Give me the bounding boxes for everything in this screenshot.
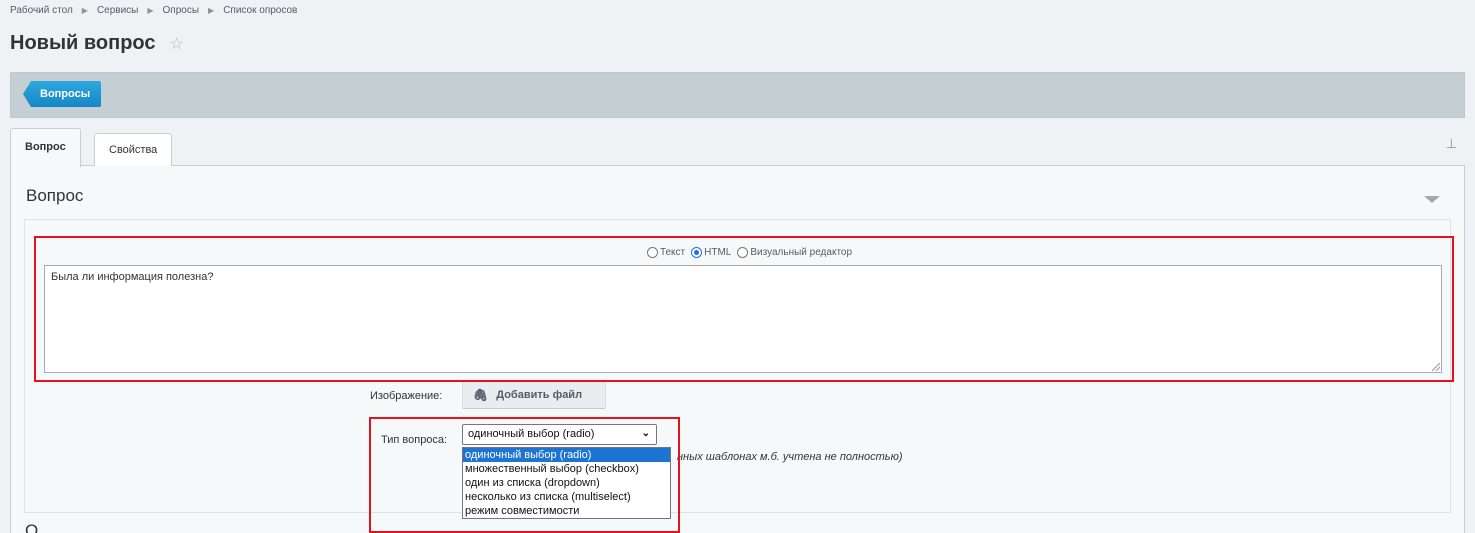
chevron-right-icon: ▶ [147, 6, 154, 15]
radio-text[interactable] [646, 247, 658, 258]
add-file-label: Добавить файл [496, 389, 583, 401]
question-type-dropdown: одиночный выбор (radio) множественный вы… [462, 447, 671, 519]
tab-question[interactable]: Вопрос [10, 128, 81, 167]
tab-properties[interactable]: Свойства [94, 133, 173, 166]
add-file-button[interactable]: 🖇 Добавить файл [462, 381, 606, 409]
mode-text-option[interactable]: Текст [646, 247, 686, 258]
question-type-label: Тип вопроса: [381, 434, 448, 446]
question-panel: Вопрос Текст HTML Визуальный редактор Бы… [10, 166, 1465, 533]
section-title: Вопрос [26, 186, 84, 205]
question-text-value: Была ли информация полезна? [51, 271, 214, 283]
collapse-arrow-icon[interactable] [1424, 196, 1440, 203]
mode-html-option[interactable]: HTML [691, 247, 731, 258]
question-type-note: нных шаблонах м.б. учтена не полностью) [677, 451, 903, 463]
resize-grip-icon[interactable] [1432, 363, 1440, 371]
pin-icon[interactable]: ⊥ [1446, 136, 1457, 152]
text-mode-selector: Текст HTML Визуальный редактор [25, 247, 1450, 258]
breadcrumb-item-desktop[interactable]: Рабочий стол [10, 5, 73, 16]
dropdown-option[interactable]: режим совместимости [463, 504, 670, 518]
radio-html[interactable] [691, 247, 703, 258]
breadcrumb-item-polls[interactable]: Опросы [163, 5, 200, 16]
mode-visual-option[interactable]: Визуальный редактор [737, 247, 852, 258]
radio-visual-editor[interactable] [737, 247, 749, 258]
dropdown-option[interactable]: один из списка (dropdown) [463, 476, 670, 490]
chevron-down-icon: ⌄ [641, 428, 650, 439]
breadcrumb-item-poll-list[interactable]: Список опросов [223, 5, 297, 16]
mode-html-label: HTML [704, 247, 732, 258]
star-icon[interactable]: ☆ [170, 34, 184, 54]
question-type-select[interactable]: одиночный выбор (radio) ⌄ [462, 424, 657, 445]
question-type-value: одиночный выбор (radio) [468, 428, 595, 440]
dropdown-option[interactable]: множественный выбор (checkbox) [463, 462, 670, 476]
breadcrumb: Рабочий стол ▶ Сервисы ▶ Опросы ▶ Список… [10, 5, 297, 16]
next-section-title: О [25, 521, 39, 533]
image-label: Изображение: [370, 390, 443, 402]
paperclip-icon: 🖇 [473, 388, 489, 402]
question-text-field[interactable]: Была ли информация полезна? [44, 265, 1442, 373]
toolbar: Вопросы [10, 72, 1465, 118]
page-title: Новый вопрос [10, 32, 156, 54]
mode-visual-label: Визуальный редактор [750, 247, 853, 258]
chevron-right-icon: ▶ [208, 6, 215, 15]
breadcrumb-item-services[interactable]: Сервисы [97, 5, 138, 16]
mode-text-label: Текст [659, 247, 686, 258]
chevron-right-icon: ▶ [81, 6, 88, 15]
dropdown-option[interactable]: одиночный выбор (radio) [463, 448, 670, 462]
dropdown-option[interactable]: несколько из списка (multiselect) [463, 490, 670, 504]
back-to-questions-button[interactable]: Вопросы [23, 81, 102, 107]
tabs-bar: Вопрос Свойства ⊥ [10, 126, 1465, 167]
question-form: Текст HTML Визуальный редактор Была ли и… [24, 219, 1451, 519]
